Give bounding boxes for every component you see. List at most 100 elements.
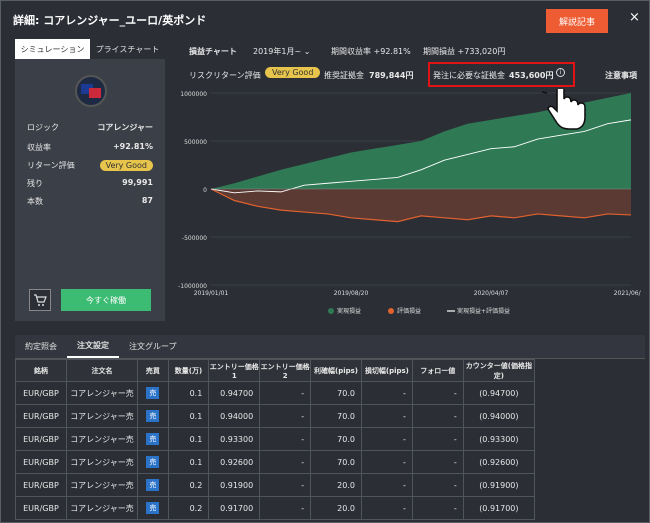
column-header: フォロー値 — [411, 359, 464, 382]
column-header: エントリー価格1 — [208, 359, 261, 382]
table-cell: (0.91900) — [462, 473, 536, 497]
table-cell: 売 — [137, 381, 169, 405]
sell-badge: 売 — [146, 387, 160, 399]
tab-executions[interactable]: 約定照会 — [15, 335, 67, 358]
status-badge: Very Good — [99, 160, 153, 171]
column-header: カウンター値(価格指定) — [462, 359, 536, 382]
column-header: 注文名 — [65, 359, 139, 382]
legend-label: 評価損益 — [397, 307, 421, 315]
table-cell: - — [259, 381, 312, 405]
table-cell: - — [411, 427, 464, 451]
table-row: EUR/GBP コアレンジャー売売 0.1 0.94000-70.0- - (0.9400… — [15, 404, 536, 428]
table-cell: - — [259, 404, 312, 428]
table-cell: - — [259, 473, 312, 497]
x-tick-label: 2019/01/01 — [194, 290, 229, 297]
table-cell: (0.91700) — [462, 496, 536, 520]
table-cell: 0.2 — [167, 473, 210, 497]
table-cell: 0.92600 — [208, 450, 261, 474]
table-cell: - — [411, 473, 464, 497]
table-cell: EUR/GBP — [15, 473, 67, 497]
table-cell: 売 — [137, 496, 169, 520]
table-cell: 0.1 — [167, 427, 210, 451]
column-header: 損切幅(pips) — [360, 359, 413, 382]
sell-badge: 売 — [146, 410, 160, 422]
table-cell: 0.1 — [167, 381, 210, 405]
legend-marker — [328, 308, 334, 314]
table-cell: コアレンジャー売 — [65, 381, 139, 405]
table-cell: 20.0 — [310, 496, 362, 520]
table-cell: EUR/GBP — [15, 427, 67, 451]
pl-chart: 1000000 500000 0 -500000 -1000000 2019/01/01… — [178, 89, 641, 315]
table-cell: - — [360, 450, 413, 474]
strategy-panel: シミュレーション プライスチャート ロジック コアレンジャー 収益率 +92.81%… — [15, 39, 165, 321]
table-cell: 0.91700 — [208, 496, 261, 520]
table-row: EUR/GBP コアレンジャー売売 0.1 0.94700-70.0- - (0.9470… — [15, 381, 536, 405]
table-cell: 70.0 — [310, 381, 362, 405]
table-cell: - — [259, 496, 312, 520]
table-cell: - — [411, 404, 464, 428]
table-cell: 70.0 — [310, 450, 362, 474]
table-cell: 70.0 — [310, 404, 362, 428]
table-cell: - — [411, 450, 464, 474]
tab-order-groups[interactable]: 注文グループ — [119, 335, 187, 358]
detail-dialog: 詳細: コアレンジャー_ユーロ/英ポンド 解説記事 × シミュレーション プライ… — [0, 0, 650, 523]
table-cell: - — [360, 381, 413, 405]
table-cell: - — [259, 450, 312, 474]
table-cell: 売 — [137, 473, 169, 497]
table-cell: (0.92600) — [462, 450, 536, 474]
logic-row: ロジック コアレンジャー — [27, 123, 153, 132]
orders-table: 銘柄 注文名 売買 数量(万) エントリー価格1 エントリー価格2 利確幅(pips) 損切幅… — [15, 359, 536, 520]
table-cell: コアレンジャー売 — [65, 427, 139, 451]
return-row: 収益率 +92.81% — [27, 142, 153, 152]
table-cell: EUR/GBP — [15, 404, 67, 428]
table-cell: コアレンジャー売 — [65, 404, 139, 428]
highlight-box — [428, 62, 575, 87]
tab-price-chart[interactable]: プライスチャート — [90, 39, 165, 59]
table-cell: コアレンジャー売 — [65, 496, 139, 520]
table-cell: (0.93300) — [462, 427, 536, 451]
table-cell: 0.94700 — [208, 381, 261, 405]
table-cell: EUR/GBP — [15, 496, 67, 520]
column-header: 銘柄 — [15, 359, 67, 382]
y-tick-label: -1000000 — [178, 283, 207, 290]
sell-badge: 売 — [146, 433, 160, 445]
recommended-value: 789,844円 — [369, 71, 414, 80]
dialog-title: 詳細: コアレンジャー_ユーロ/英ポンド — [13, 14, 207, 27]
legend-label: 実現損益 — [337, 307, 361, 315]
table-cell: - — [360, 427, 413, 451]
table-cell: 20.0 — [310, 473, 362, 497]
table-cell: - — [360, 473, 413, 497]
orders-section: 約定照会 注文設定 注文グループ 銘柄 注文名 売買 数量(万) エントリー価格1 エント… — [15, 335, 645, 522]
period-select[interactable]: 2019年1月~ ⌄ — [253, 46, 310, 57]
table-row: EUR/GBP コアレンジャー売売 0.2 0.91900-20.0- - (0.9190… — [15, 473, 536, 497]
table-row: EUR/GBP コアレンジャー売売 0.1 0.93300-70.0- - (0.9330… — [15, 427, 536, 451]
chevron-down-icon: ⌄ — [303, 47, 311, 56]
tab-simulation[interactable]: シミュレーション — [15, 39, 90, 59]
table-cell: 0.1 — [167, 450, 210, 474]
table-cell: (0.94700) — [462, 381, 536, 405]
x-tick-label: 2020/04/07 — [474, 290, 509, 297]
table-cell: 売 — [137, 404, 169, 428]
chart-label: 損益チャート — [189, 47, 237, 56]
table-cell: (0.94000) — [462, 404, 536, 428]
run-now-button[interactable]: 今すぐ稼働 — [61, 289, 151, 311]
y-tick-label: 500000 — [184, 139, 207, 146]
notes-link[interactable]: 注意事項 — [605, 70, 637, 81]
table-cell: - — [360, 404, 413, 428]
period-return: 期間収益率 +92.81% — [331, 47, 411, 56]
tab-order-settings[interactable]: 注文設定 — [67, 335, 119, 358]
sell-badge: 売 — [146, 502, 160, 514]
column-header: 利確幅(pips) — [310, 359, 362, 382]
cart-icon[interactable] — [29, 289, 51, 311]
table-cell: コアレンジャー売 — [65, 473, 139, 497]
table-cell: 売 — [137, 427, 169, 451]
explain-article-button[interactable]: 解説記事 — [546, 9, 608, 33]
table-cell: 0.91900 — [208, 473, 261, 497]
column-header: 数量(万) — [167, 359, 210, 382]
y-tick-label: -500000 — [182, 235, 207, 242]
count-row: 本数 87 — [27, 196, 153, 206]
close-icon[interactable]: × — [629, 10, 640, 25]
table-cell: - — [360, 496, 413, 520]
y-tick-label: 1000000 — [180, 91, 207, 98]
risk-label: リスクリターン評価 — [189, 71, 261, 80]
